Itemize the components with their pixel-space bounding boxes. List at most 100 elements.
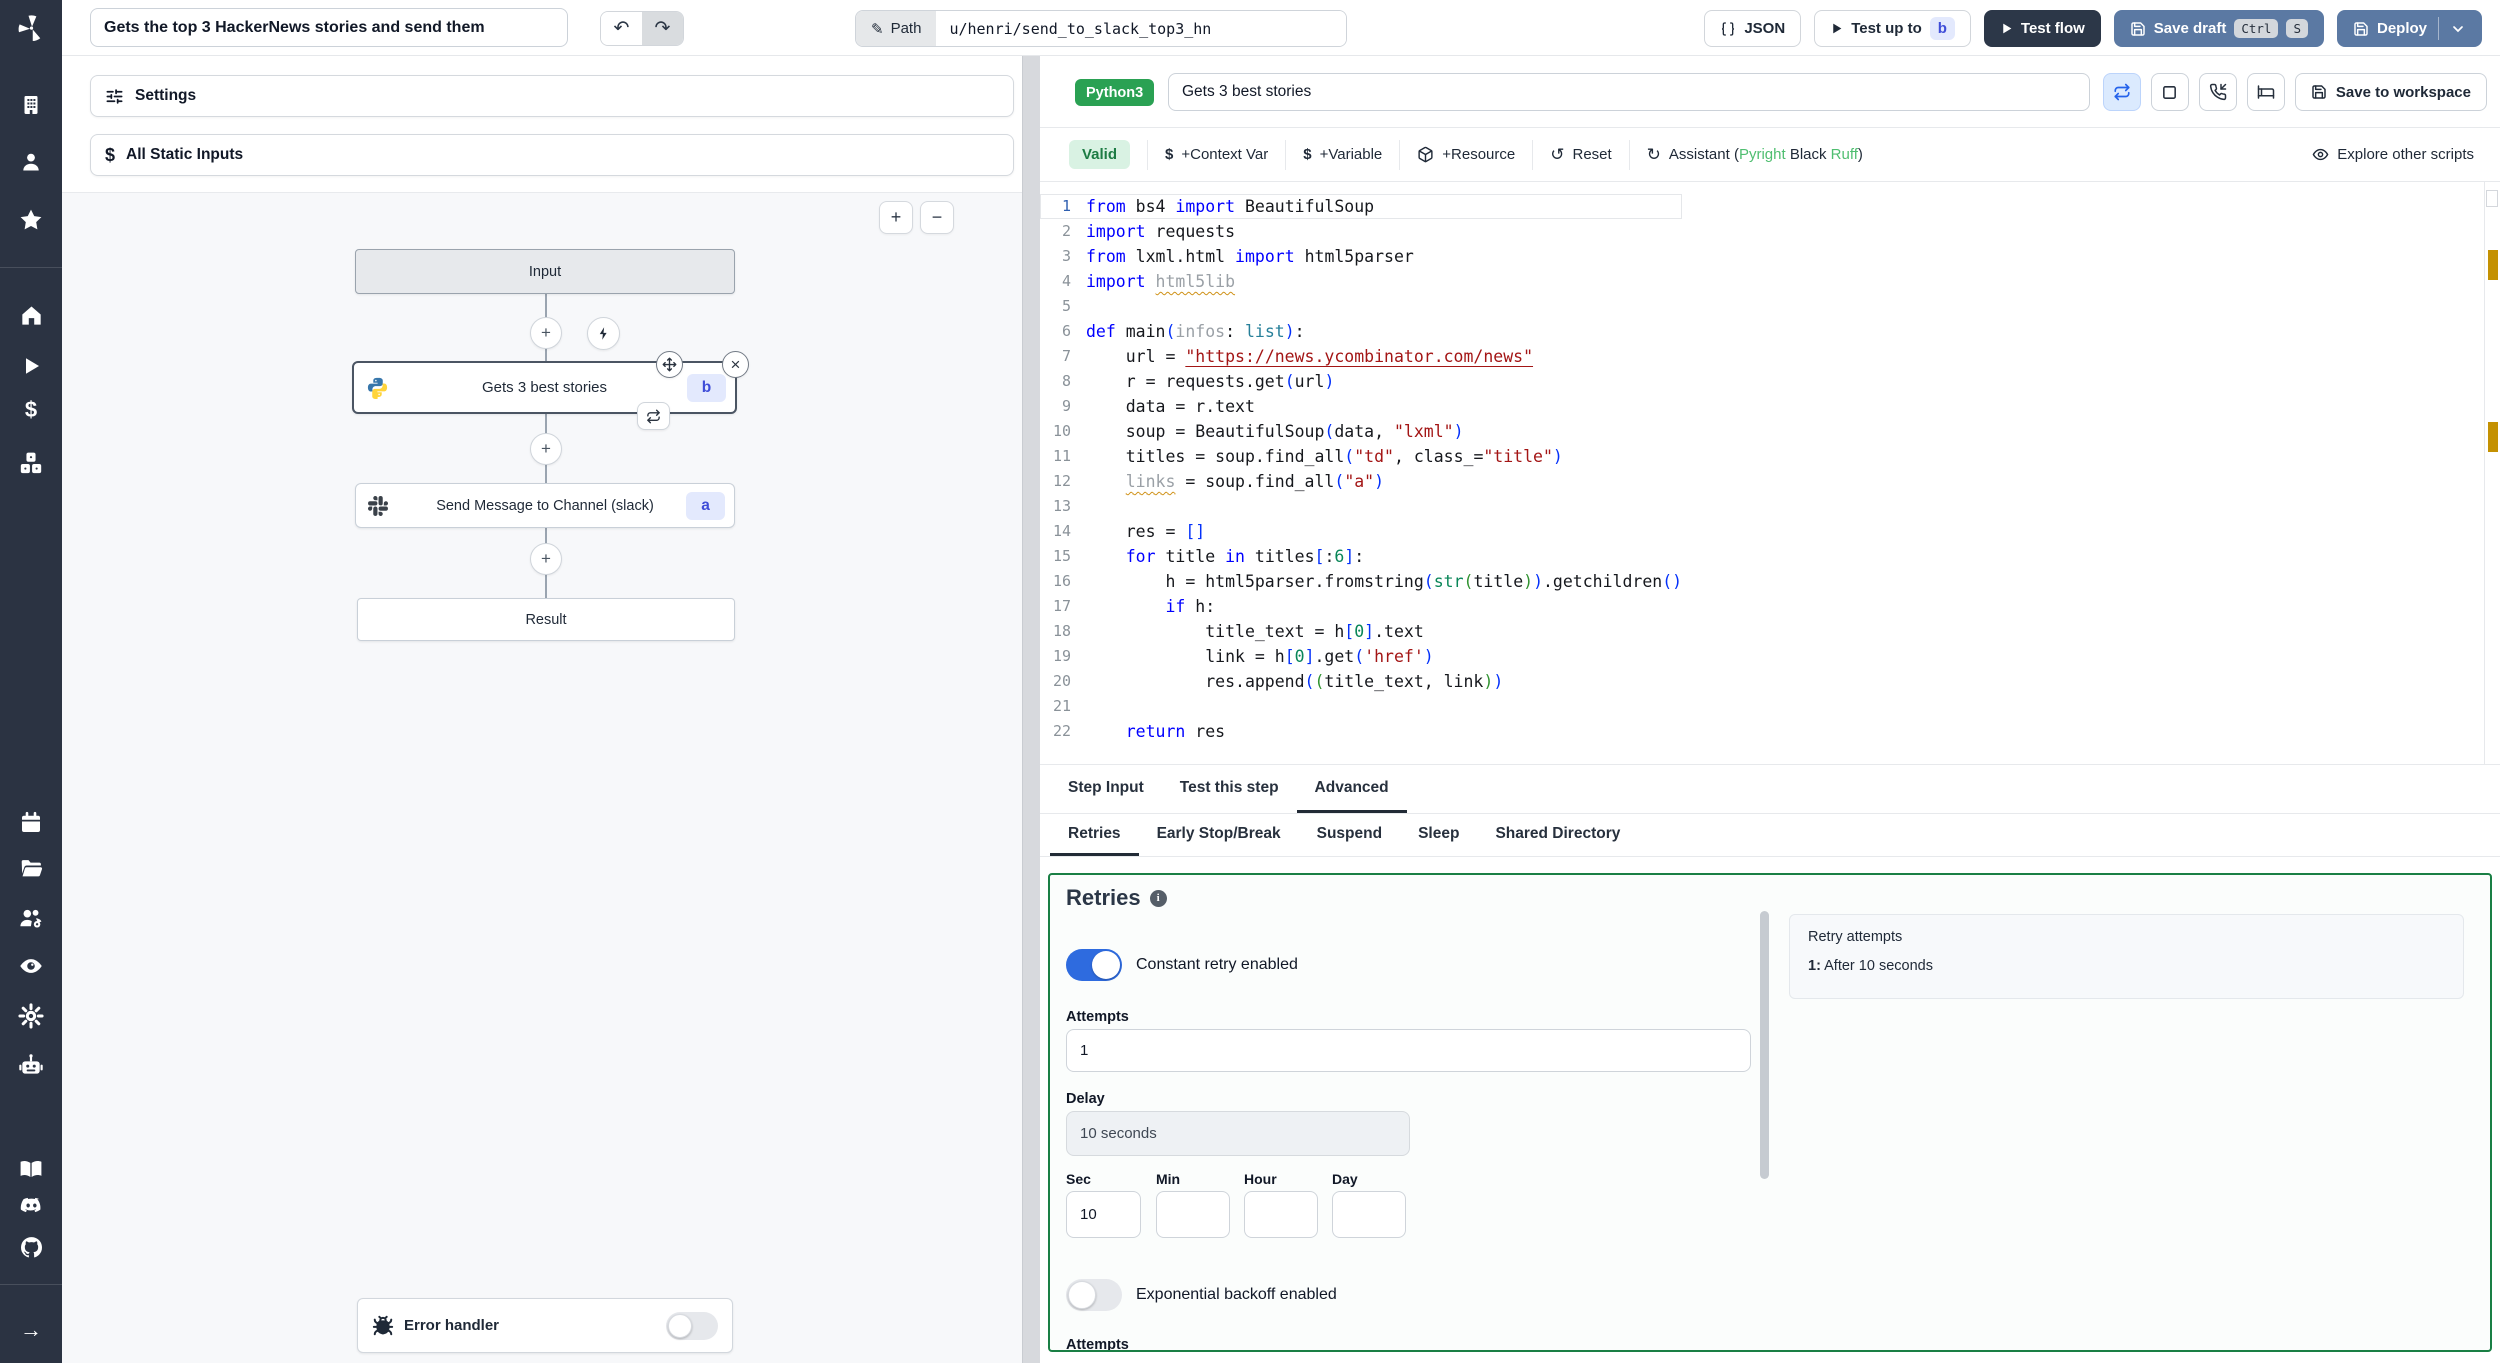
warning-marker — [2488, 422, 2498, 452]
pane-resize-handle[interactable] — [1022, 56, 1040, 1363]
sidebar-item-docs[interactable] — [0, 1149, 62, 1189]
save-draft-button[interactable]: Save draft Ctrl S — [2113, 10, 2324, 47]
code-line: 5 — [1061, 297, 1071, 315]
reset-button[interactable]: ↺ Reset — [1533, 139, 1630, 170]
tab-step-input[interactable]: Step Input — [1050, 765, 1162, 813]
sidebar-item-logo[interactable] — [0, 8, 62, 48]
flow-node-error-handler[interactable]: Error handler — [357, 1298, 733, 1353]
delete-step-button[interactable]: × — [722, 351, 749, 378]
assistant-status[interactable]: ↻ Assistant (Pyright Black Ruff) — [1630, 140, 1880, 170]
redo-button[interactable]: ↷ — [642, 12, 683, 45]
subtab-sleep[interactable]: Sleep — [1400, 814, 1477, 856]
tab-advanced[interactable]: Advanced — [1296, 765, 1407, 813]
retry-indicator-button[interactable] — [637, 402, 670, 430]
hour-input[interactable] — [1244, 1191, 1318, 1238]
exponential-backoff-toggle[interactable] — [1066, 1279, 1122, 1311]
day-input[interactable] — [1332, 1191, 1406, 1238]
sidebar-item-schedules[interactable] — [0, 803, 62, 843]
step-name-input[interactable] — [1168, 73, 2090, 111]
early-stop-option-button[interactable] — [2150, 73, 2189, 111]
summary-item: 1: After 10 seconds — [1808, 958, 1933, 974]
add-variable-button[interactable]: $ +Variable — [1286, 139, 1401, 170]
zoom-out-button[interactable]: − — [920, 201, 954, 234]
test-up-to-button[interactable]: Test up to b — [1814, 10, 1971, 47]
retries-option-button[interactable] — [2102, 73, 2141, 111]
path-value[interactable]: u/henri/send_to_slack_top3_hn — [936, 11, 1347, 46]
toggle-knob — [1092, 951, 1120, 979]
sidebar-item-home[interactable] — [0, 295, 62, 335]
flow-node-result[interactable]: Result — [357, 598, 735, 641]
test-flow-button[interactable]: Test flow — [1983, 10, 2101, 47]
discord-icon — [20, 1197, 40, 1212]
sidebar-collapse-button[interactable]: → — [0, 1310, 62, 1350]
add-context-var-button[interactable]: $ +Context Var — [1148, 139, 1287, 170]
sidebar-item-runs[interactable] — [0, 346, 62, 386]
flow-node-step-a[interactable]: Send Message to Channel (slack) a — [355, 483, 735, 528]
sidebar-item-folders[interactable] — [0, 848, 62, 888]
code-editor[interactable]: 1 from bs4 import BeautifulSoup 2 import re… — [1040, 182, 2500, 765]
json-button[interactable]: JSON — [1704, 10, 1802, 47]
insert-step-button[interactable]: + — [530, 543, 562, 575]
zoom-in-button[interactable]: + — [879, 201, 913, 234]
sidebar-item-groups[interactable] — [0, 898, 62, 938]
editor-overview-ruler[interactable] — [2484, 182, 2500, 764]
redo-icon: ↷ — [654, 18, 671, 39]
insert-step-button[interactable]: + — [530, 317, 562, 349]
sidebar-divider — [0, 267, 62, 268]
insert-step-button[interactable]: + — [530, 433, 562, 465]
code-lines: 1 from bs4 import BeautifulSoup 2 import re… — [1040, 194, 1682, 744]
code-line: 19 link = h[0].get('href') — [1052, 647, 1434, 666]
code-line: 1 from bs4 import BeautifulSoup — [1040, 194, 1682, 219]
code-line: 6 def main(infos: list): — [1061, 322, 1305, 341]
min-input[interactable] — [1156, 1191, 1230, 1238]
plus-icon: + — [541, 439, 551, 458]
deploy-button[interactable]: Deploy — [2336, 10, 2482, 47]
error-handler-toggle[interactable] — [666, 1311, 718, 1340]
suspend-option-button[interactable] — [2198, 73, 2237, 111]
path-field[interactable]: ✎ Path u/henri/send_to_slack_top3_hn — [855, 10, 1348, 47]
day-label: Day — [1332, 1171, 1358, 1187]
sidebar-item-workspace[interactable] — [0, 85, 62, 125]
flow-canvas[interactable]: + − Input + Gets 3 best stories b × + Se… — [62, 192, 1022, 1363]
dollar-icon: $ — [24, 397, 38, 422]
tab-test-this-step[interactable]: Test this step — [1162, 765, 1297, 813]
trigger-button[interactable] — [587, 317, 620, 350]
move-step-button[interactable] — [656, 351, 683, 378]
flow-settings-button[interactable]: Settings — [90, 75, 1014, 117]
sidebar-item-resources[interactable] — [0, 443, 62, 483]
sidebar-item-settings[interactable] — [0, 996, 62, 1036]
sidebar-item-favorites[interactable] — [0, 200, 62, 240]
code-line: 8 r = requests.get(url) — [1061, 372, 1335, 391]
retries-scrollbar[interactable] — [1760, 911, 1769, 1179]
all-static-inputs-button[interactable]: $ All Static Inputs — [90, 134, 1014, 176]
add-resource-button[interactable]: +Resource — [1400, 139, 1534, 170]
sidebar-item-github[interactable] — [0, 1227, 62, 1267]
sidebar-item-discord[interactable] — [0, 1185, 62, 1225]
sidebar-item-user[interactable] — [0, 142, 62, 182]
subtab-early-stop[interactable]: Early Stop/Break — [1139, 814, 1299, 856]
undo-button[interactable]: ↶ — [601, 12, 642, 45]
sec-input[interactable] — [1066, 1191, 1141, 1238]
plus-icon: + — [541, 323, 551, 342]
attempts-input[interactable] — [1066, 1029, 1751, 1072]
editor-panel: Python3 Save to workspace Valid $ — [1040, 56, 2500, 1363]
info-icon[interactable]: i — [1149, 889, 1167, 907]
code-line: 16 h = html5parser.fromstring(str(title)… — [1052, 572, 1683, 591]
chevron-down-icon[interactable] — [2450, 21, 2466, 37]
toggle-knob — [1068, 1281, 1096, 1309]
subtab-suspend[interactable]: Suspend — [1299, 814, 1400, 856]
sidebar-item-workers[interactable] — [0, 1045, 62, 1085]
sleep-option-button[interactable] — [2246, 73, 2285, 111]
square-icon — [2163, 85, 2177, 99]
constant-retry-toggle[interactable] — [1066, 949, 1122, 981]
sidebar-item-audit[interactable] — [0, 946, 62, 986]
flow-title-input[interactable] — [90, 8, 568, 47]
subtab-shared-directory[interactable]: Shared Directory — [1477, 814, 1638, 856]
sidebar-item-variables[interactable]: $ — [0, 390, 62, 430]
save-to-workspace-button[interactable]: Save to workspace — [2294, 73, 2487, 111]
explore-other-scripts-button[interactable]: Explore other scripts — [2312, 146, 2500, 163]
eye-icon — [2312, 148, 2329, 161]
subtab-retries[interactable]: Retries — [1050, 814, 1139, 856]
warning-marker — [2488, 250, 2498, 280]
flow-node-input[interactable]: Input — [355, 249, 735, 294]
